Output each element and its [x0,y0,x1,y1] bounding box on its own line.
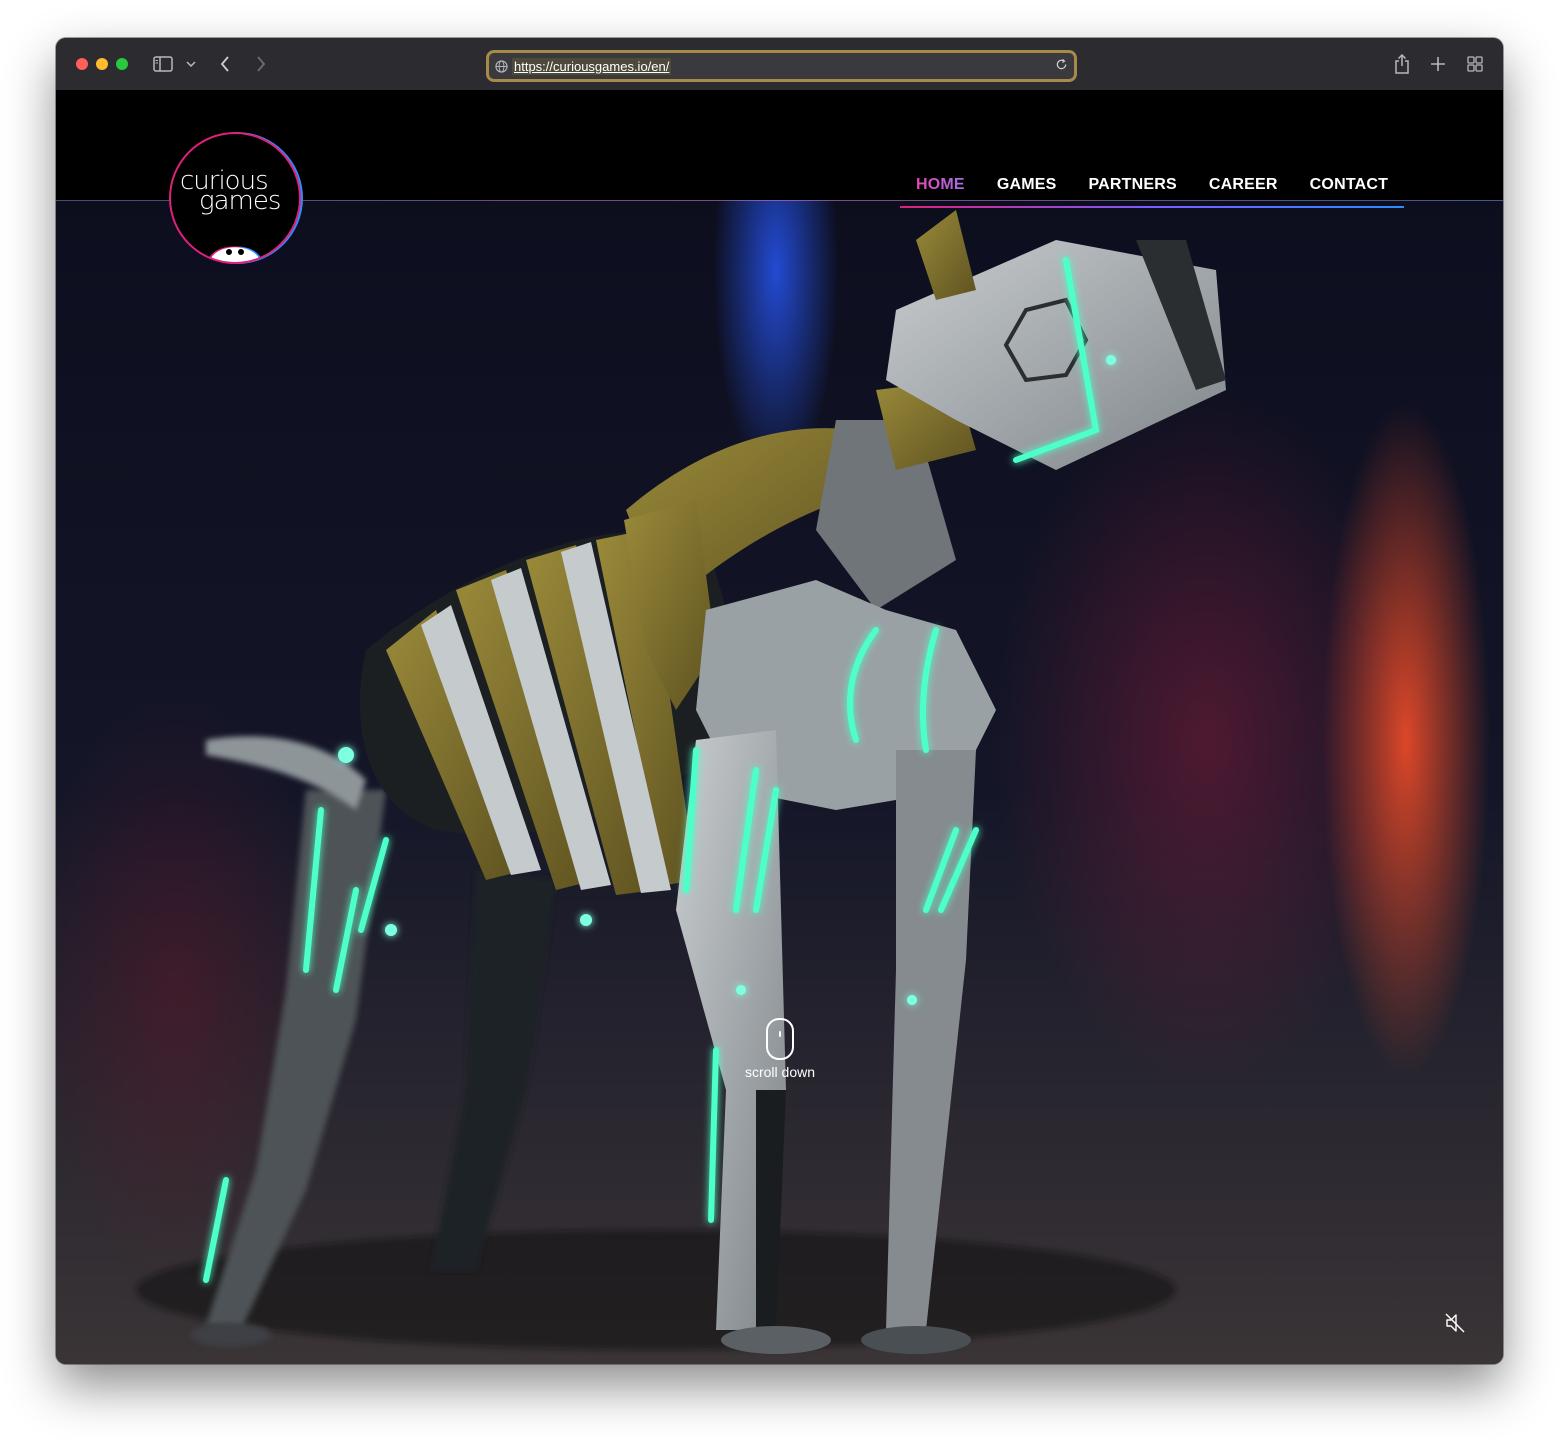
browser-window: https://curiousgames.io/en/ curious game… [56,38,1503,1364]
scroll-down-label: scroll down [744,1064,816,1080]
close-window-button[interactable] [76,58,88,70]
mouse-icon [766,1018,794,1060]
share-icon[interactable] [1392,52,1412,76]
address-bar[interactable]: https://curiousgames.io/en/ [486,50,1077,82]
tab-overview-icon[interactable] [1466,52,1484,76]
nav-item-games[interactable]: GAMES [981,176,1073,194]
chevron-down-icon[interactable] [184,52,198,76]
url-text[interactable]: https://curiousgames.io/en/ [512,57,672,75]
nav-item-partners[interactable]: PARTNERS [1072,176,1192,194]
globe-icon [495,59,508,73]
curious-games-logo[interactable]: curious games [171,134,299,262]
mouse-wheel [779,1031,781,1037]
logo-word-games: games [199,186,281,216]
zoom-window-button[interactable] [116,58,128,70]
reload-icon[interactable] [1055,58,1068,71]
back-arrow-icon[interactable] [216,52,234,76]
sidebar-icon[interactable] [152,52,174,76]
nav-item-contact[interactable]: CONTACT [1294,176,1404,194]
speaker-muted-icon[interactable] [1444,1312,1466,1339]
browser-toolbar: https://curiousgames.io/en/ [56,38,1503,91]
nav-item-home[interactable]: HOME [900,176,981,194]
forward-arrow-icon[interactable] [252,52,270,76]
new-tab-icon[interactable] [1429,52,1447,76]
nav-item-career[interactable]: CAREER [1193,176,1294,194]
hero-robot-dog-illustration [136,210,1226,1354]
logo-mascot-icon [207,246,263,262]
scroll-down-indicator[interactable]: scroll down [736,1018,824,1080]
minimize-window-button[interactable] [96,58,108,70]
page-viewport: curious games HOME GAMES PARTNERS CAREER… [56,90,1503,1364]
main-navigation: HOME GAMES PARTNERS CAREER CONTACT [900,176,1405,208]
